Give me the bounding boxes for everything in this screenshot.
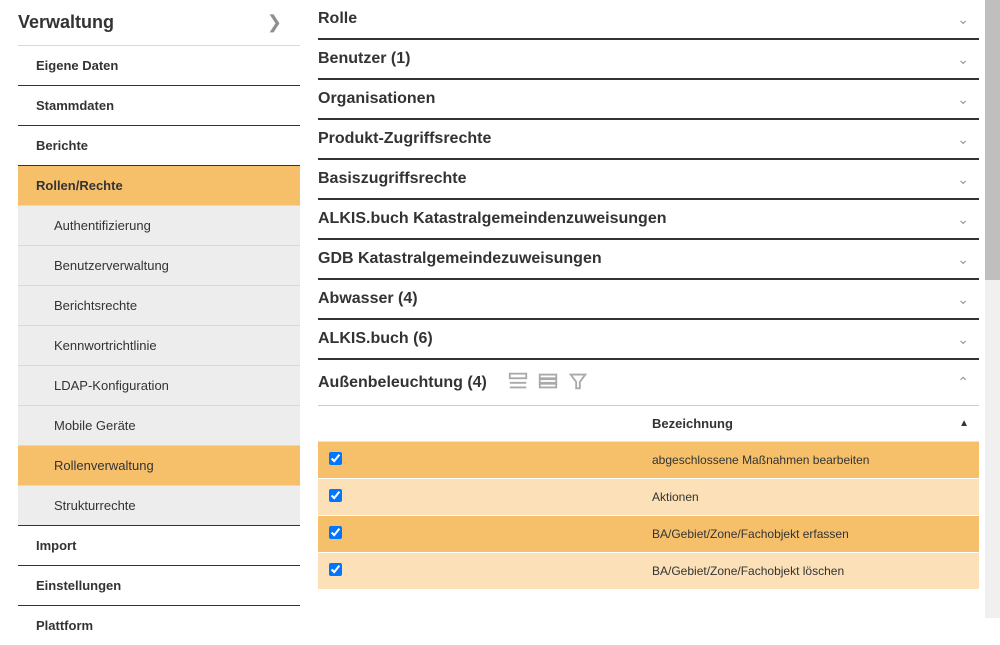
accordion-alkis-buch[interactable]: ALKIS.buch (6) ⌄ <box>318 320 979 360</box>
sidebar-item-ldap-konfiguration[interactable]: LDAP-Konfiguration <box>18 366 300 406</box>
accordion-aussenbeleuchtung: Außenbeleuchtung (4) ⌃ <box>318 360 979 590</box>
column-header-bezeichnung[interactable]: Bezeichnung <box>652 416 959 431</box>
sidebar-item-stammdaten[interactable]: Stammdaten <box>18 86 300 126</box>
row-checkbox[interactable] <box>329 452 342 465</box>
accordion-title: Benutzer (1) <box>318 50 410 68</box>
accordion-aussenbeleuchtung-header[interactable]: Außenbeleuchtung (4) ⌃ <box>318 360 979 406</box>
chevron-down-icon: ⌄ <box>957 171 969 188</box>
row-checkbox[interactable] <box>329 489 342 502</box>
table-header: Bezeichnung ▲ <box>318 406 979 442</box>
table-row[interactable]: BA/Gebiet/Zone/Fachobjekt löschen <box>318 553 979 590</box>
sidebar-item-plattform[interactable]: Plattform <box>18 606 300 645</box>
accordion-title: Rolle <box>318 10 357 28</box>
sidebar-item-label: Benutzerverwaltung <box>54 258 169 273</box>
sidebar-header[interactable]: Verwaltung ❯ <box>18 0 300 46</box>
sidebar-item-authentifizierung[interactable]: Authentifizierung <box>18 206 300 246</box>
sort-asc-icon[interactable]: ▲ <box>959 418 969 429</box>
accordion-gdb-katastral[interactable]: GDB Katastralgemeindezuweisungen ⌄ <box>318 240 979 280</box>
accordion-title: Organisationen <box>318 90 435 108</box>
filter-icon[interactable] <box>567 370 589 395</box>
accordion-alkis-katastral[interactable]: ALKIS.buch Katastralgemeindenzuweisungen… <box>318 200 979 240</box>
column-icon[interactable] <box>507 370 529 395</box>
row-label: Aktionen <box>652 490 979 504</box>
accordion-abwasser[interactable]: Abwasser (4) ⌄ <box>318 280 979 320</box>
accordion-title: ALKIS.buch (6) <box>318 330 433 348</box>
accordion-title: Produkt-Zugriffsrechte <box>318 130 491 148</box>
sidebar-item-einstellungen[interactable]: Einstellungen <box>18 566 300 606</box>
accordion-basiszugriffsrechte[interactable]: Basiszugriffsrechte ⌄ <box>318 160 979 200</box>
sidebar-item-rollenverwaltung[interactable]: Rollenverwaltung <box>18 446 300 486</box>
accordion-benutzer[interactable]: Benutzer (1) ⌄ <box>318 40 979 80</box>
sidebar-item-label: Rollenverwaltung <box>54 458 154 473</box>
chevron-down-icon: ⌄ <box>957 51 969 68</box>
sidebar-item-label: LDAP-Konfiguration <box>54 378 169 393</box>
sidebar-title: Verwaltung <box>18 12 114 33</box>
sidebar-item-label: Eigene Daten <box>36 58 118 73</box>
sidebar-item-berichte[interactable]: Berichte <box>18 126 300 166</box>
sidebar-item-strukturrechte[interactable]: Strukturrechte <box>18 486 300 526</box>
sidebar-item-benutzerverwaltung[interactable]: Benutzerverwaltung <box>18 246 300 286</box>
table-row[interactable]: Aktionen <box>318 479 979 516</box>
chevron-up-icon: ⌃ <box>957 374 969 391</box>
sidebar: Verwaltung ❯ Eigene Daten Stammdaten Ber… <box>0 0 300 618</box>
sidebar-item-label: Einstellungen <box>36 578 121 593</box>
main-panel: Rolle ⌄ Benutzer (1) ⌄ Organisationen ⌄ … <box>300 0 985 618</box>
accordion-produkt-zugriffsrechte[interactable]: Produkt-Zugriffsrechte ⌄ <box>318 120 979 160</box>
sidebar-item-label: Kennwortrichtlinie <box>54 338 157 353</box>
chevron-down-icon: ⌄ <box>957 131 969 148</box>
row-label: abgeschlossene Maßnahmen bearbeiten <box>652 453 979 467</box>
sidebar-item-import[interactable]: Import <box>18 526 300 566</box>
sidebar-item-kennwortrichtlinie[interactable]: Kennwortrichtlinie <box>18 326 300 366</box>
row-label: BA/Gebiet/Zone/Fachobjekt erfassen <box>652 527 979 541</box>
sidebar-item-label: Mobile Geräte <box>54 418 136 433</box>
row-label: BA/Gebiet/Zone/Fachobjekt löschen <box>652 564 979 578</box>
sidebar-item-label: Berichtsrechte <box>54 298 137 313</box>
sidebar-item-label: Strukturrechte <box>54 498 136 513</box>
accordion-title: Basiszugriffsrechte <box>318 170 467 188</box>
accordion-title: Außenbeleuchtung (4) <box>318 374 487 392</box>
row-checkbox[interactable] <box>329 563 342 576</box>
sidebar-item-label: Rollen/Rechte <box>36 178 123 193</box>
row-checkbox[interactable] <box>329 526 342 539</box>
scrollbar-thumb[interactable] <box>985 0 1000 280</box>
chevron-down-icon: ⌄ <box>957 331 969 348</box>
sidebar-item-mobile-geraete[interactable]: Mobile Geräte <box>18 406 300 446</box>
accordion-title: ALKIS.buch Katastralgemeindenzuweisungen <box>318 210 667 228</box>
sidebar-item-eigene-daten[interactable]: Eigene Daten <box>18 46 300 86</box>
list-icon[interactable] <box>537 370 559 395</box>
sidebar-item-label: Berichte <box>36 138 88 153</box>
sidebar-item-rollen-rechte[interactable]: Rollen/Rechte <box>18 166 300 206</box>
accordion-title: GDB Katastralgemeindezuweisungen <box>318 250 602 268</box>
sidebar-item-label: Plattform <box>36 618 93 633</box>
chevron-right-icon: ❯ <box>267 12 282 33</box>
chevron-down-icon: ⌄ <box>957 91 969 108</box>
sidebar-item-label: Stammdaten <box>36 98 114 113</box>
table-row[interactable]: abgeschlossene Maßnahmen bearbeiten <box>318 442 979 479</box>
sidebar-item-label: Authentifizierung <box>54 218 151 233</box>
chevron-down-icon: ⌄ <box>957 291 969 308</box>
scrollbar[interactable] <box>985 0 1000 618</box>
sidebar-item-berichtsrechte[interactable]: Berichtsrechte <box>18 286 300 326</box>
sidebar-item-label: Import <box>36 538 76 553</box>
chevron-down-icon: ⌄ <box>957 251 969 268</box>
chevron-down-icon: ⌄ <box>957 11 969 28</box>
table-row[interactable]: BA/Gebiet/Zone/Fachobjekt erfassen <box>318 516 979 553</box>
accordion-organisationen[interactable]: Organisationen ⌄ <box>318 80 979 120</box>
accordion-title: Abwasser (4) <box>318 290 418 308</box>
chevron-down-icon: ⌄ <box>957 211 969 228</box>
accordion-rolle[interactable]: Rolle ⌄ <box>318 0 979 40</box>
